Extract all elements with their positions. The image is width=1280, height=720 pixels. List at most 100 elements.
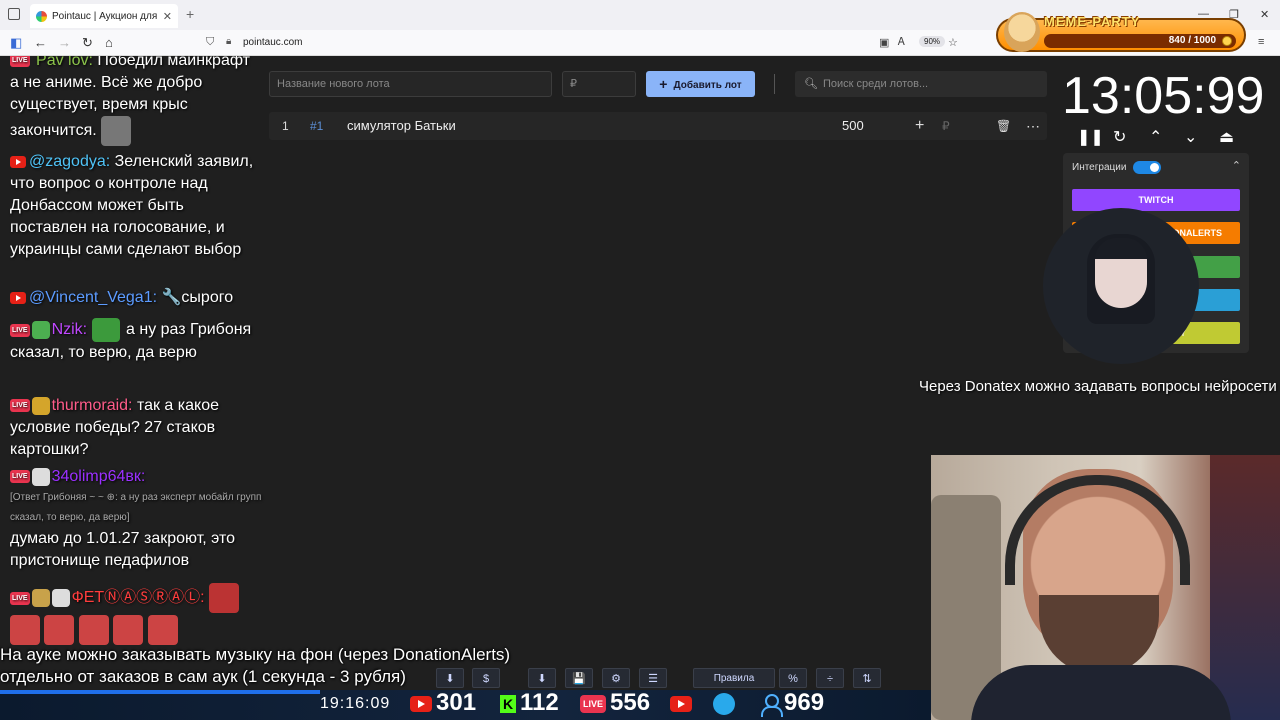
live-badge: LIVE xyxy=(10,399,30,413)
sort-button[interactable]: ⇅ xyxy=(853,668,881,688)
forward-button[interactable]: → xyxy=(58,35,71,51)
address-bar[interactable]: pointauc.com xyxy=(243,37,302,48)
integrations-toggle[interactable] xyxy=(1133,161,1161,174)
chat-author: @zagodya: xyxy=(29,153,111,170)
live-badge: LIVE xyxy=(10,56,30,68)
add-lot-label: Добавить лот xyxy=(673,80,742,91)
emote-icon xyxy=(101,116,132,146)
webcam-shirt xyxy=(971,665,1231,720)
chat-message: @zagodya: Зеленский заявил, что вопрос о… xyxy=(10,151,262,261)
decrease-time-button[interactable]: ⌄ xyxy=(1184,127,1197,147)
lock-icon[interactable]: 🔒︎ xyxy=(226,36,231,47)
chat-author: Nzik: xyxy=(51,321,88,339)
telegram-stat xyxy=(713,688,739,718)
webcam-feed xyxy=(931,455,1280,720)
chat-author: ФЕТⓃⒶⓈⓇⒶⓁ: xyxy=(71,589,205,607)
chat-author: thurmoraid: xyxy=(51,397,133,414)
vtuber-avatar xyxy=(1043,208,1199,364)
headset-icon xyxy=(1005,475,1190,585)
live-badge: LIVE xyxy=(10,323,30,337)
donatex-note: Через Donatex можно задавать вопросы ней… xyxy=(919,378,1277,395)
add-amount-button[interactable]: + xyxy=(915,112,924,140)
vk-live-stat: LIVE 556 xyxy=(580,688,650,718)
tip-line-1: На ауке можно заказывать музыку на фон (… xyxy=(0,645,511,664)
save-button[interactable]: 💾 xyxy=(565,668,593,688)
frog-emote-icon xyxy=(31,321,50,339)
youtube-count: 301 xyxy=(436,689,477,716)
home-button[interactable]: ⌂ xyxy=(105,35,113,51)
menu-icon[interactable]: ≡ xyxy=(1258,36,1264,48)
history-button[interactable]: ☰ xyxy=(639,668,667,688)
chat-author: 34olimp64вк: xyxy=(51,468,146,485)
lot-more-icon[interactable]: ⋯ xyxy=(1026,112,1040,140)
browser-tab[interactable]: Pointauc | Аукцион для стримеров ✕ xyxy=(30,4,178,28)
santa-emote-icon xyxy=(78,615,109,645)
emote-row xyxy=(10,615,262,645)
stats-accent xyxy=(0,690,320,694)
new-tab-button[interactable]: + xyxy=(186,6,194,22)
timer-extra-button[interactable]: ⏏ xyxy=(1219,127,1234,147)
lot-id: #1 xyxy=(310,119,324,133)
live-badge: LIVE xyxy=(10,591,30,605)
dollar-button[interactable]: $ xyxy=(472,668,500,688)
translate-icon[interactable]: Ꭺ xyxy=(898,36,905,49)
tab-title: Pointauc | Аукцион для стримеров xyxy=(52,10,159,22)
integrations-label: Интеграции xyxy=(1072,162,1127,173)
lot-search-input[interactable]: 🔍︎ Поиск среди лотов... xyxy=(795,71,1047,97)
tab-close-icon[interactable]: ✕ xyxy=(163,10,172,23)
add-lot-button[interactable]: + Добавить лот xyxy=(646,71,755,97)
chat-message: LIVE thurmoraid: так а какое условие побе… xyxy=(10,395,262,461)
beer-emote-icon xyxy=(31,589,50,607)
site-favicon-icon xyxy=(36,10,47,22)
pause-button[interactable]: ❚❚ xyxy=(1077,127,1104,147)
youtube-icon xyxy=(410,695,432,712)
settings-button[interactable]: ⚙ xyxy=(602,668,630,688)
back-button[interactable]: ← xyxy=(34,35,47,51)
chat-message: LIVE Nzik: а ну раз Грибоня сказал, то ве… xyxy=(10,318,262,364)
santa-emote-icon xyxy=(147,615,178,645)
chat-message: LIVE ФЕТⓃⒶⓈⓇⒶⓁ: xyxy=(10,583,262,645)
santa-emote-icon xyxy=(44,615,75,645)
rules-button[interactable]: Правила xyxy=(693,668,775,688)
divider xyxy=(774,74,775,94)
meme-party-banner: MEME-PARTY 840 / 1000 xyxy=(996,12,1246,52)
chat-reply-quote: [Ответ Грибоняя ~ ~ ⊕: а ну раз эксперт … xyxy=(10,492,262,523)
search-placeholder: Поиск среди лотов... xyxy=(823,78,929,90)
reload-button[interactable]: ↻ xyxy=(82,35,93,51)
percent-button[interactable]: % xyxy=(779,668,807,688)
chat-overlay: LIVE Pav lov: Победил майнкрафт а не ани… xyxy=(0,56,265,646)
reader-view-icon[interactable]: ▣ xyxy=(879,36,889,49)
tip-line-2: отдельно от заказов в сам аук (1 секунда… xyxy=(0,667,406,686)
twitch-button[interactable]: TWITCH xyxy=(1072,189,1240,211)
chat-message: LIVE Pav lov: Победил майнкрафт а не ани… xyxy=(10,56,262,146)
tab-list-icon[interactable] xyxy=(8,8,20,20)
viewers-stat: 969 xyxy=(760,688,824,718)
sidebar-toggle-icon[interactable]: ◧ xyxy=(10,35,22,51)
lot-amount[interactable]: 500 xyxy=(842,112,864,140)
youtube-icon xyxy=(10,155,26,168)
lot-amount-input[interactable]: ₽ xyxy=(562,71,636,97)
kick-icon: K xyxy=(500,694,516,713)
close-window-button[interactable]: ✕ xyxy=(1260,8,1269,21)
youtube-icon xyxy=(10,291,26,304)
chevron-up-icon[interactable]: ⌃ xyxy=(1232,159,1241,172)
delete-lot-icon[interactable]: 🗑 xyxy=(996,112,1011,140)
avatar-face xyxy=(1095,238,1147,308)
lot-row[interactable]: 1 #1 симулятор Батьки 500 + ₽ 🗑 ⋯ xyxy=(269,112,1047,140)
lot-name[interactable]: симулятор Батьки xyxy=(347,112,456,140)
badge-emote-icon xyxy=(51,589,70,607)
meme-party-progress: 840 / 1000 xyxy=(1044,34,1236,48)
plus-icon: + xyxy=(659,76,668,92)
viewers-count: 969 xyxy=(784,689,825,716)
reset-timer-button[interactable]: ↻ xyxy=(1113,127,1126,147)
split-button[interactable]: ÷ xyxy=(816,668,844,688)
shield-icon[interactable]: ⛉ xyxy=(206,36,214,49)
download-button[interactable]: ⬇ xyxy=(528,668,556,688)
new-lot-input[interactable]: Название нового лота xyxy=(269,71,552,97)
bookmark-star-icon[interactable]: ☆ xyxy=(948,36,958,49)
chat-message: LIVE 34olimp64вк: [Ответ Грибоняя ~ ~ ⊕: … xyxy=(10,466,262,572)
increase-time-button[interactable]: ⌃ xyxy=(1149,127,1162,147)
import-button[interactable]: ⬇ xyxy=(436,668,464,688)
meme-party-count: 840 / 1000 xyxy=(1168,35,1216,46)
zoom-level[interactable]: 90% xyxy=(919,36,946,47)
